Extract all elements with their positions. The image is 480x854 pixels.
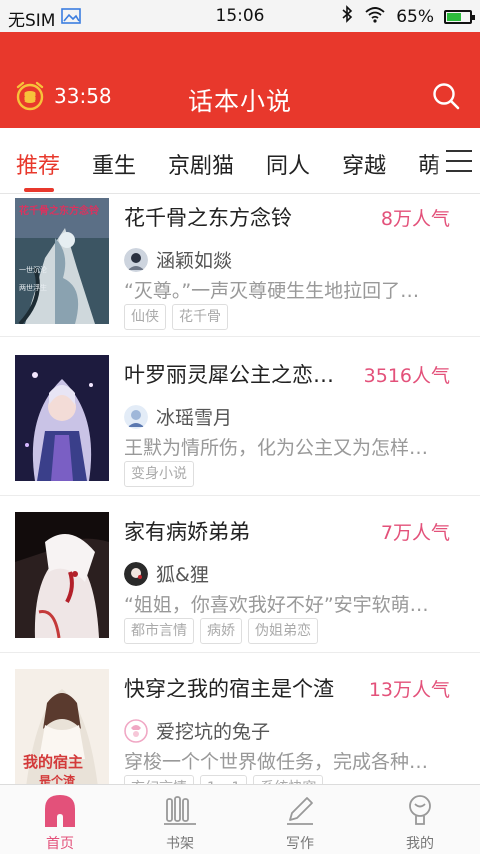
book-description: 王默为情所伤，化为公主又为怎样… bbox=[124, 437, 429, 459]
tag-list: 玄幻言情 1vs1 系统快穿 bbox=[124, 775, 324, 784]
list-item[interactable]: 家有病娇弟弟 7万人气 狐&狸 “姐姐，你喜欢我好不好”安宇软萌… 都市言情 病… bbox=[0, 496, 480, 653]
tab-jingju-cat[interactable]: 京剧猫 bbox=[168, 148, 234, 180]
tag-list: 变身小说 bbox=[124, 461, 194, 487]
author[interactable]: 爱挖坑的兔子 bbox=[124, 717, 270, 744]
popularity-count: 13万人气 bbox=[368, 679, 450, 701]
category-tab-bar: 推荐 重生 京剧猫 同人 穿越 萌 bbox=[0, 128, 480, 194]
bookshelf-icon bbox=[163, 793, 197, 827]
active-tab-indicator bbox=[24, 188, 54, 192]
author-name: 爱挖坑的兔子 bbox=[156, 721, 271, 743]
tab-rebirth[interactable]: 重生 bbox=[92, 148, 136, 180]
tab-fanfic[interactable]: 同人 bbox=[266, 148, 310, 180]
book-title[interactable]: 家有病娇弟弟 bbox=[124, 516, 354, 546]
status-bar: 无SIM 15:06 65% bbox=[0, 0, 480, 32]
tag-list: 都市言情 病娇 伪姐弟恋 bbox=[124, 618, 318, 644]
wifi-icon bbox=[364, 5, 386, 28]
author-name: 冰瑶雪月 bbox=[156, 407, 233, 429]
nav-home-label: 首页 bbox=[46, 836, 74, 852]
tag[interactable]: 病娇 bbox=[200, 618, 242, 644]
nav-write[interactable]: 写作 bbox=[260, 793, 340, 853]
list-item[interactable]: 叶罗丽灵犀公主之恋… 3516人气 冰瑶雪月 王默为情所伤，化为公主又为怎样… … bbox=[0, 339, 480, 496]
avatar bbox=[124, 561, 148, 586]
app-title: 话本小说 bbox=[187, 87, 292, 116]
profile-icon bbox=[403, 793, 437, 827]
avatar bbox=[124, 247, 148, 272]
author-name: 涵颖如燚 bbox=[156, 250, 233, 272]
book-description: 穿梭一个个世界做任务，完成各种… bbox=[124, 751, 429, 773]
bottom-navigation: 首页 书架 写作 我的 bbox=[0, 784, 480, 854]
tag[interactable]: 玄幻言情 bbox=[124, 775, 194, 784]
status-right: 65% bbox=[340, 5, 475, 28]
avatar bbox=[124, 718, 148, 743]
tag[interactable]: 花千骨 bbox=[172, 304, 228, 330]
book-title[interactable]: 快穿之我的宿主是个渣 bbox=[124, 673, 354, 703]
book-cover[interactable]: 我的宿主 是个渣 bbox=[15, 669, 109, 784]
bluetooth-icon bbox=[340, 5, 354, 28]
list-item[interactable]: 花千骨之东方念铃 一世沉沦 两世浮生 花千骨之东方念铃 8万人气 涵颖如燚 “灭… bbox=[0, 194, 480, 337]
nav-profile-label: 我的 bbox=[406, 836, 434, 852]
tab-recommend[interactable]: 推荐 bbox=[16, 148, 60, 180]
nav-write-label: 写作 bbox=[286, 836, 314, 852]
author[interactable]: 涵颖如燚 bbox=[124, 246, 232, 273]
svg-text:是个渣: 是个渣 bbox=[38, 773, 76, 784]
search-icon[interactable] bbox=[430, 80, 462, 112]
book-cover[interactable] bbox=[15, 512, 109, 638]
category-tabs: 推荐 重生 京剧猫 同人 穿越 萌 bbox=[16, 148, 440, 180]
tag-list: 仙侠 花千骨 bbox=[124, 304, 228, 330]
pen-icon bbox=[283, 793, 317, 827]
author-name: 狐&狸 bbox=[156, 564, 209, 586]
popularity-count: 8万人气 bbox=[380, 208, 450, 230]
battery-percent: 65% bbox=[396, 6, 434, 27]
tag[interactable]: 变身小说 bbox=[124, 461, 194, 487]
tag[interactable]: 1vs1 bbox=[200, 775, 248, 784]
svg-text:一世沉沦: 一世沉沦 bbox=[19, 265, 47, 274]
book-description: “灭尊。”一声灭尊硬生生地拉回了… bbox=[124, 280, 420, 302]
category-menu-icon[interactable] bbox=[446, 150, 472, 172]
nav-home[interactable]: 首页 bbox=[20, 793, 100, 853]
book-title[interactable]: 花千骨之东方念铃 bbox=[124, 202, 354, 232]
battery-icon bbox=[444, 9, 475, 24]
svg-text:两世浮生: 两世浮生 bbox=[19, 283, 47, 292]
battery-fill bbox=[447, 12, 462, 21]
tag[interactable]: 系统快穿 bbox=[253, 775, 324, 784]
popularity-count: 7万人气 bbox=[380, 522, 450, 544]
author[interactable]: 狐&狸 bbox=[124, 560, 209, 587]
book-description: “姐姐，你喜欢我好不好”安宇软萌… bbox=[124, 594, 429, 616]
svg-text:我的宿主: 我的宿主 bbox=[23, 753, 83, 771]
avatar bbox=[124, 404, 148, 429]
book-title[interactable]: 叶罗丽灵犀公主之恋… bbox=[124, 359, 354, 389]
nav-bookshelf[interactable]: 书架 bbox=[140, 793, 220, 853]
list-item[interactable]: 我的宿主 是个渣 快穿之我的宿主是个渣 13万人气 爱挖坑的兔子 穿梭一个个世界… bbox=[0, 653, 480, 784]
author[interactable]: 冰瑶雪月 bbox=[124, 403, 232, 430]
tab-time-travel[interactable]: 穿越 bbox=[342, 148, 386, 180]
svg-text:花千骨之东方念铃: 花千骨之东方念铃 bbox=[19, 204, 100, 217]
tag[interactable]: 仙侠 bbox=[124, 304, 166, 330]
nav-bookshelf-label: 书架 bbox=[166, 836, 194, 852]
tag[interactable]: 都市言情 bbox=[124, 618, 194, 644]
book-cover[interactable] bbox=[15, 355, 109, 481]
book-list: 花千骨之东方念铃 一世沉沦 两世浮生 花千骨之东方念铃 8万人气 涵颖如燚 “灭… bbox=[0, 194, 480, 784]
tag[interactable]: 伪姐弟恋 bbox=[248, 618, 318, 644]
nav-profile[interactable]: 我的 bbox=[380, 793, 460, 853]
popularity-count: 3516人气 bbox=[363, 365, 450, 387]
home-icon bbox=[43, 793, 77, 827]
book-cover[interactable]: 花千骨之东方念铃 一世沉沦 两世浮生 bbox=[15, 198, 109, 324]
